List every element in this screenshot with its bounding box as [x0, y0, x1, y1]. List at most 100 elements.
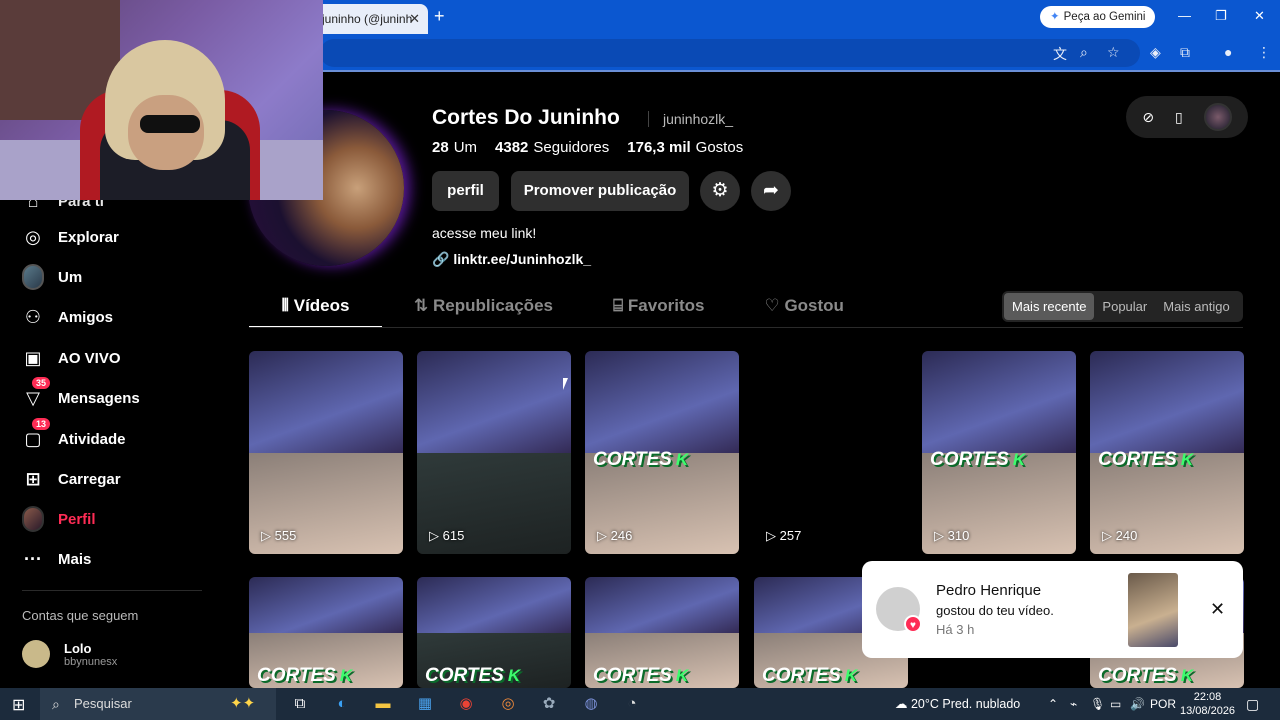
new-tab-button[interactable]: + — [434, 6, 445, 27]
promote-button[interactable]: Promover publicação — [511, 171, 689, 211]
notification-time: Há 3 h — [936, 622, 975, 637]
sidebar-item-label: Um — [58, 268, 83, 286]
device-icon[interactable]: ▯ — [1175, 109, 1183, 126]
stat-following[interactable]: 28 Um — [432, 139, 477, 156]
tabs-divider — [249, 327, 1243, 328]
obs-icon[interactable]: ◔ — [621, 693, 643, 715]
video-thumbnail[interactable]: CORTES K — [585, 577, 739, 688]
tab-close-icon[interactable]: ✕ — [409, 11, 420, 27]
close-icon[interactable]: ✕ — [1210, 599, 1225, 620]
discord-icon[interactable]: ◍ — [580, 693, 602, 715]
profile-link[interactable]: 🔗 linktr.ee/Juninhozlk_ — [432, 251, 591, 268]
browser-tab[interactable]: juninho (@juninh ✕ — [312, 4, 428, 34]
sidebar-item-label: Atividade — [58, 430, 126, 448]
tab-reposts[interactable]: ⇅ Republicações — [414, 296, 553, 328]
profile-name: Cortes Do Juninho — [432, 106, 620, 129]
file-explorer-icon[interactable]: ▬ — [372, 693, 394, 715]
sort-recent[interactable]: Mais recente — [1004, 293, 1095, 320]
store-icon[interactable]: ▦ — [414, 693, 436, 715]
video-thumbnail[interactable]: CORTES K ▷ 240 — [1090, 351, 1244, 554]
bookmark-star-icon[interactable]: ☆ — [1107, 44, 1120, 61]
cortes-brand-overlay: CORTES K — [257, 665, 353, 686]
zoom-icon[interactable]: ⌕ — [1080, 44, 1088, 61]
notification-thumbnail[interactable] — [1128, 573, 1178, 647]
microphone-icon[interactable]: 🎙 — [1090, 688, 1105, 720]
activity-icon: ▢ 13 — [22, 418, 51, 450]
volume-icon[interactable]: 🔊 — [1130, 688, 1145, 720]
upload-icon: ⊞ — [25, 468, 41, 489]
tray-chevron-icon[interactable]: ⌃ — [1048, 688, 1058, 720]
notification-center-icon[interactable]: ▢ — [1246, 688, 1259, 720]
sidebar-item-upload[interactable]: ⊞ Carregar — [22, 464, 120, 494]
sidebar-item-um[interactable]: Um — [22, 262, 82, 292]
extension-icon[interactable]: ◈ — [1150, 44, 1161, 61]
tray-icon[interactable]: ⌁ — [1070, 688, 1077, 720]
sidebar-item-label: Perfil — [58, 510, 96, 528]
chrome-icon[interactable]: ◉ — [455, 693, 477, 715]
minimize-button[interactable]: — — [1178, 8, 1191, 23]
sidebar-item-live[interactable]: ▣ AO VIVO — [22, 343, 120, 373]
profile-avatar — [22, 506, 44, 532]
gemini-button[interactable]: ✦ Peça ao Gemini — [1040, 6, 1156, 28]
sidebar-item-profile[interactable]: Perfil — [22, 504, 96, 534]
maximize-button[interactable]: ❐ — [1215, 8, 1227, 24]
sort-oldest[interactable]: Mais antigo — [1155, 293, 1237, 320]
language-indicator[interactable]: POR — [1150, 688, 1176, 720]
sort-popular[interactable]: Popular — [1094, 293, 1155, 320]
link-icon: 🔗 — [432, 251, 450, 267]
thumbnail-top — [417, 351, 571, 453]
following-account[interactable]: Lolo bbynunesx — [22, 640, 117, 668]
gemini-star-icon: ✦ — [1050, 11, 1060, 23]
cortes-brand-overlay: CORTES K — [1098, 449, 1194, 470]
cortes-brand-overlay: CORTES K — [593, 449, 689, 470]
video-thumbnail[interactable]: CORTES K — [249, 577, 403, 688]
system-clock[interactable]: 22:08 13/08/2026 — [1180, 690, 1235, 718]
weather-widget[interactable]: ☁ 20°C Pred. nublado — [895, 688, 1020, 720]
video-thumbnail[interactable]: ▷ 615 — [417, 351, 571, 554]
close-window-button[interactable]: ✕ — [1254, 8, 1265, 24]
video-thumbnail[interactable]: CORTES K — [417, 577, 571, 688]
profile-icon[interactable]: ● — [1224, 44, 1232, 60]
clock-date: 13/08/2026 — [1180, 705, 1236, 717]
sparkle-icon[interactable]: ✦✦ — [230, 693, 255, 715]
address-bar[interactable] — [320, 39, 1140, 67]
account-avatar[interactable] — [1203, 103, 1232, 131]
history-icon[interactable]: ⊘ — [1142, 109, 1154, 126]
messages-icon: ▽ 35 — [22, 377, 51, 409]
sidebar-item-friends[interactable]: ⚇ Amigos — [22, 302, 113, 332]
network-icon[interactable]: ▭ — [1110, 688, 1121, 720]
mouse-cursor — [563, 378, 568, 390]
share-icon[interactable]: ➦ — [751, 171, 791, 211]
sidebar-item-more[interactable]: ··· Mais — [22, 544, 91, 574]
webcam-sunglasses — [140, 115, 200, 133]
edge-icon[interactable]: ◐ — [331, 693, 353, 715]
video-thumbnail[interactable]: ▷ 257 — [754, 351, 908, 554]
tab-liked[interactable]: ♡ Gostou — [764, 296, 843, 328]
following-name: Lolo — [64, 640, 92, 656]
app-icon[interactable]: ◎ — [497, 693, 519, 715]
app-icon-2[interactable]: ✿ — [538, 693, 560, 715]
stat-followers[interactable]: 4382 Seguidores — [495, 139, 609, 156]
translate-icon[interactable]: 文 — [1053, 44, 1067, 64]
tab-favorites[interactable]: ⌸ Favoritos — [613, 296, 704, 328]
task-view-icon[interactable]: ⧉ — [289, 693, 311, 715]
video-thumbnail[interactable]: ▷ 555 — [249, 351, 403, 554]
windows-start-icon[interactable]: ⊞ — [12, 695, 25, 715]
tab-videos[interactable]: ⦀ Vídeos — [249, 296, 382, 328]
live-icon: ▣ — [24, 347, 42, 368]
search-icon: ⌕ — [52, 696, 60, 712]
settings-icon[interactable]: ⚙ — [700, 171, 740, 211]
sidebar-item-activity[interactable]: ▢ 13 Atividade — [22, 418, 126, 454]
video-thumbnail[interactable]: CORTES K ▷ 246 — [585, 351, 739, 554]
thumbnail-top — [249, 577, 403, 633]
sidebar-item-explore[interactable]: ◎ Explorar — [22, 222, 119, 252]
sidebar-item-messages[interactable]: ▽ 35 Mensagens — [22, 377, 140, 413]
clock-time: 22:08 — [1193, 691, 1222, 703]
menu-dots-icon[interactable]: ⋮ — [1257, 44, 1271, 61]
video-thumbnail[interactable]: CORTES K ▷ 310 — [922, 351, 1076, 554]
edit-profile-button[interactable]: perfil — [432, 171, 499, 211]
cortes-brand-overlay: CORTES K — [593, 665, 689, 686]
extensions-puzzle-icon[interactable]: ⧉ — [1180, 44, 1190, 61]
friends-icon: ⚇ — [24, 306, 42, 327]
notification-toast[interactable]: ♥ Pedro Henrique gostou do teu vídeo. Há… — [862, 561, 1243, 658]
